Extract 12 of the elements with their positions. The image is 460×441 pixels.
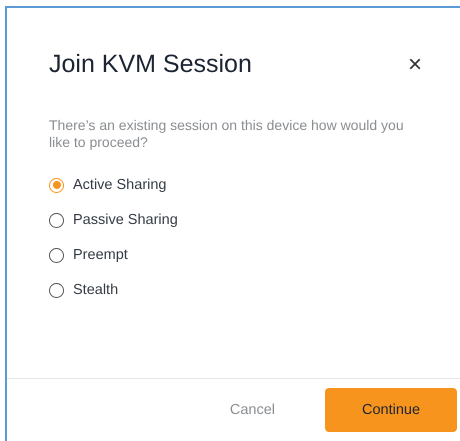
continue-button[interactable]: Continue: [325, 388, 457, 432]
radio-button[interactable]: [49, 282, 64, 298]
radio-option[interactable]: Active Sharing: [49, 177, 166, 193]
radio-button[interactable]: [49, 212, 64, 228]
radio-option[interactable]: Passive Sharing: [49, 212, 178, 228]
radio-option[interactable]: Preempt: [49, 247, 128, 263]
close-button[interactable]: ×: [404, 50, 426, 78]
dialog-title: Join KVM Session: [49, 50, 252, 79]
radio-option[interactable]: Stealth: [49, 282, 118, 298]
radio-button[interactable]: [49, 248, 64, 262]
dialog-message: There’s an existing session on this device how would you like to proceed?: [49, 117, 405, 151]
radio-button[interactable]: [49, 178, 64, 192]
